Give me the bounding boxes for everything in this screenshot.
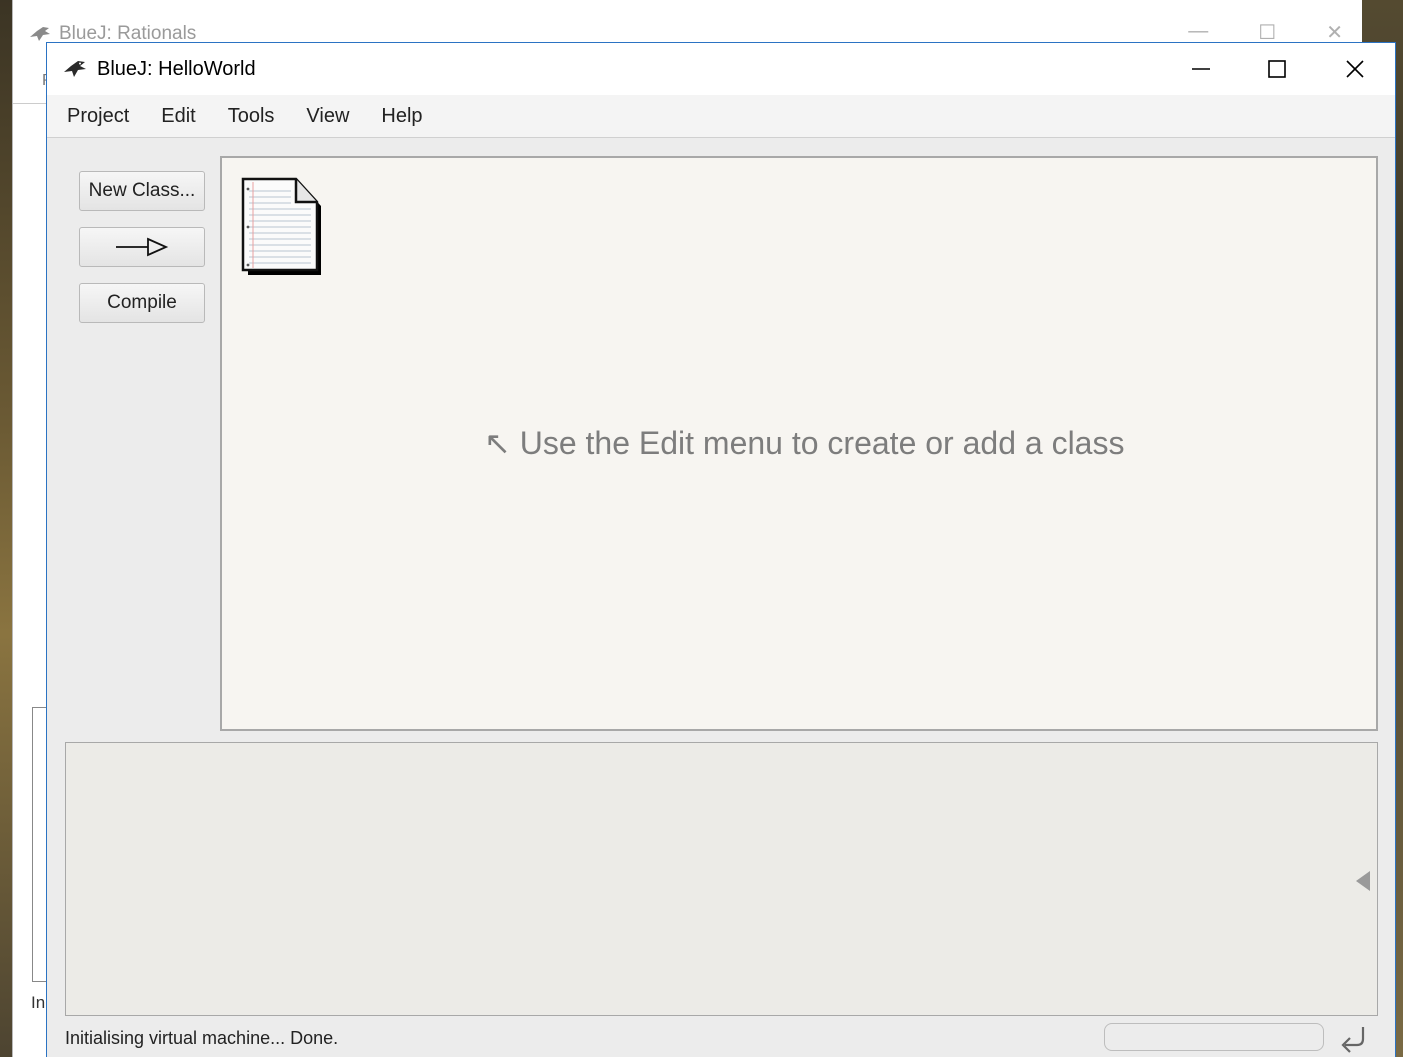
status-message: Initialising virtual machine... Done.: [65, 1028, 339, 1048]
vm-progress-indicator: [1104, 1023, 1324, 1051]
desktop-background-left: [0, 0, 12, 1057]
tool-panel: New Class... Compile: [47, 139, 219, 808]
object-bench[interactable]: [65, 742, 1378, 1016]
maximize-icon: [1268, 60, 1286, 78]
show-panel-left-arrow-icon[interactable]: [1356, 871, 1370, 891]
minimize-icon: [1192, 68, 1210, 70]
inheritance-arrow-icon: [116, 237, 169, 257]
menu-help[interactable]: Help: [381, 105, 422, 128]
close-button[interactable]: [1317, 43, 1393, 95]
empty-project-hint: ↖ Use the Edit menu to create or add a c…: [484, 425, 1125, 461]
reset-vm-icon[interactable]: [1337, 1023, 1373, 1055]
compile-button[interactable]: Compile: [79, 283, 205, 323]
menu-edit[interactable]: Edit: [161, 105, 195, 128]
bluej-bird-icon: [64, 61, 86, 77]
class-diagram-canvas[interactable]: ↖ Use the Edit menu to create or add a c…: [220, 156, 1378, 731]
maximize-button[interactable]: [1239, 43, 1315, 95]
readme-document-icon[interactable]: [241, 177, 321, 275]
minimize-button[interactable]: [1163, 43, 1239, 95]
bluej-bird-icon: [30, 27, 50, 41]
close-icon: [1346, 60, 1364, 78]
new-inheritance-arrow-button[interactable]: [79, 227, 205, 267]
window-title: BlueJ: HelloWorld: [97, 58, 256, 80]
title-bar[interactable]: BlueJ: HelloWorld: [47, 43, 1395, 95]
menu-project[interactable]: Project: [67, 105, 129, 128]
menu-view[interactable]: View: [306, 105, 349, 128]
background-panel-fragment: [32, 707, 47, 982]
background-separator: [13, 103, 49, 104]
new-class-button[interactable]: New Class...: [79, 171, 205, 211]
menu-bar: Project Edit Tools View Help: [47, 95, 1395, 138]
menu-tools[interactable]: Tools: [228, 105, 275, 128]
bluej-main-window: BlueJ: HelloWorld Project Edit Tools Vie…: [46, 42, 1396, 1057]
background-status-fragment: In: [31, 993, 46, 1012]
